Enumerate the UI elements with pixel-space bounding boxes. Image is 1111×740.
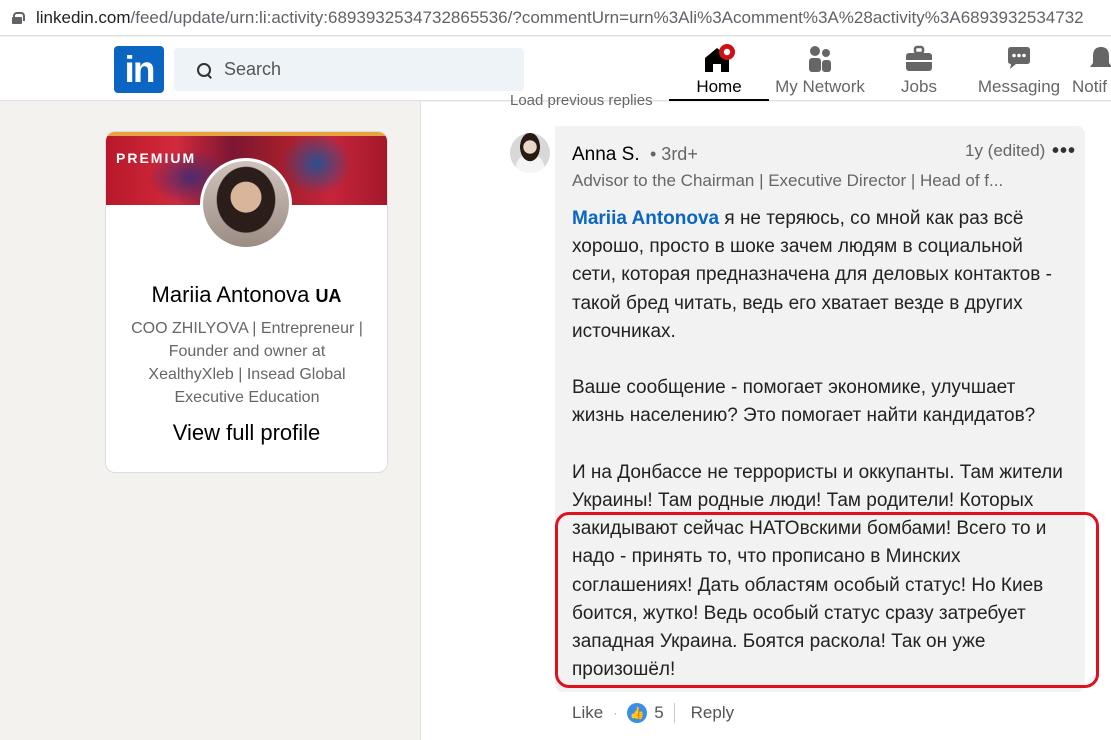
search-icon — [196, 62, 212, 78]
nav-item-my-network[interactable]: My Network — [770, 37, 870, 101]
url-host: linkedin.com — [36, 7, 131, 27]
profile-avatar[interactable] — [200, 158, 292, 250]
nav-label-notifications: Notif — [1072, 77, 1107, 96]
profile-flag: UA — [315, 286, 342, 306]
load-previous-replies[interactable]: Load previous replies — [510, 92, 653, 109]
network-icon — [809, 46, 831, 72]
connection-degree: • 3rd+ — [650, 144, 698, 164]
briefcase-icon — [906, 45, 932, 71]
like-button[interactable]: Like — [572, 703, 603, 723]
premium-badge: PREMIUM — [116, 150, 197, 166]
nav-item-jobs[interactable]: Jobs — [870, 37, 968, 101]
reply-button[interactable]: Reply — [691, 703, 734, 723]
profile-name[interactable]: Mariia Antonova UA — [106, 282, 387, 308]
profile-name-text: Mariia Antonova — [151, 282, 310, 307]
nav-label-my-network: My Network — [775, 77, 865, 96]
divider — [673, 703, 675, 723]
search-box[interactable] — [174, 48, 524, 91]
bell-icon — [1090, 47, 1111, 67]
profile-card: PREMIUM Mariia Antonova UA COO ZHILYOVA … — [105, 131, 388, 473]
nav-item-notifications[interactable]: Notif — [1066, 37, 1111, 101]
search-input[interactable] — [224, 59, 504, 80]
linkedin-logo[interactable]: in — [114, 46, 164, 93]
comment-actions: Like · 👍 5 Reply — [572, 703, 734, 723]
comment-author[interactable]: Anna S. — [572, 144, 640, 166]
browser-address-bar[interactable]: linkedin.com/feed/update/urn:li:activity… — [0, 0, 1111, 36]
view-full-profile-link[interactable]: View full profile — [106, 420, 387, 446]
nav-label-jobs: Jobs — [901, 77, 937, 96]
commenter-avatar[interactable] — [510, 133, 550, 173]
more-options-icon[interactable]: ••• — [1052, 140, 1076, 163]
feed-panel: Load previous replies Anna S. • 3rd+ 1y … — [420, 92, 1111, 740]
comment-timestamp: 1y (edited) — [965, 141, 1046, 160]
comment-bubble: Anna S. • 3rd+ 1y (edited) ••• Advisor t… — [555, 126, 1085, 692]
nav-label-messaging: Messaging — [977, 77, 1061, 96]
comment-paragraph-2: Ваше сообщение - помогает экономике, улу… — [572, 377, 1036, 427]
chat-icon — [1008, 47, 1030, 69]
nav-item-home[interactable]: Home — [669, 37, 769, 101]
nav-label-home: Home — [696, 77, 742, 96]
reaction-count[interactable]: 5 — [654, 703, 663, 723]
comment-paragraph-1: Mariia Antonova я не теряюсь, со мной ка… — [572, 205, 1072, 346]
mention-link[interactable]: Mariia Antonova — [572, 208, 719, 229]
author-headline: Advisor to the Chairman | Executive Dire… — [572, 171, 1004, 190]
profile-headline: COO ZHILYOVA | Entrepreneur | Founder an… — [131, 320, 363, 406]
nav-item-messaging[interactable]: Messaging — [970, 37, 1068, 101]
thumbs-up-icon[interactable]: 👍 — [627, 703, 648, 723]
separator-dot: · — [613, 706, 618, 720]
home-icon — [705, 44, 735, 72]
comment-paragraph-3: И на Донбассе не террористы и оккупанты.… — [572, 461, 1063, 681]
url-path: /feed/update/urn:li:activity:68939325347… — [130, 7, 1084, 27]
lock-icon — [12, 11, 25, 24]
url-text[interactable]: linkedin.com/feed/update/urn:li:activity… — [36, 8, 1084, 28]
comment-text: Mariia Antonova я не теряюсь, со мной ка… — [572, 205, 1072, 684]
